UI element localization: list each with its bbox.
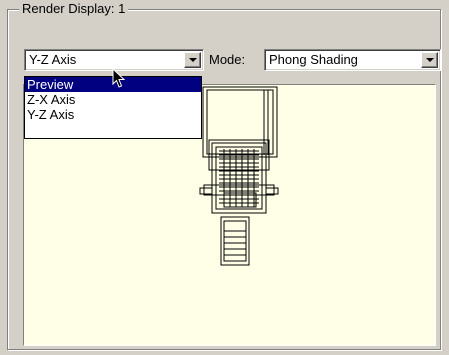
dropdown-option-yz-axis[interactable]: Y-Z Axis — [25, 107, 201, 122]
axis-select-value: Y-Z Axis — [29, 52, 77, 67]
chevron-down-icon — [426, 58, 434, 62]
mode-select-value: Phong Shading — [269, 52, 358, 67]
mode-label: Mode: — [209, 52, 246, 67]
mode-select-dropdown-button[interactable] — [421, 52, 438, 68]
dropdown-option-zx-axis[interactable]: Z-X Axis — [25, 92, 201, 107]
mode-select[interactable]: Phong Shading — [264, 49, 441, 71]
chevron-down-icon — [189, 58, 197, 62]
group-title: Render Display: 1 — [19, 0, 129, 18]
axis-select-dropdown-button[interactable] — [184, 52, 201, 68]
mouse-pointer-icon — [112, 68, 126, 88]
